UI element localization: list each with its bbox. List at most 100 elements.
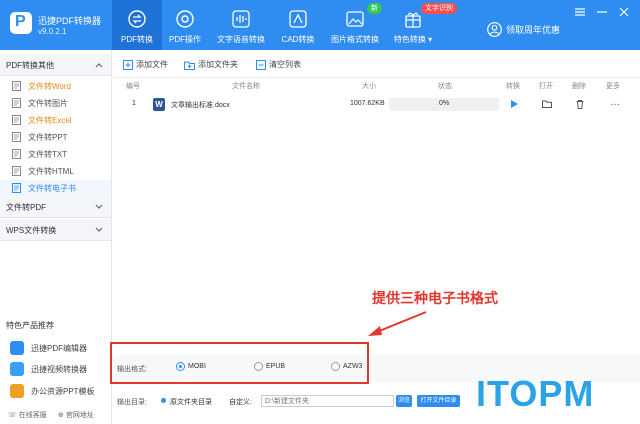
ppt-template-icon [10,384,24,398]
menu-icon[interactable] [574,6,586,18]
sidebar-item-label: 文件转PPT [28,133,68,142]
radio-mobi[interactable] [176,362,185,371]
radio-epub[interactable] [254,362,263,371]
swap-icon [128,10,146,28]
output-path-input[interactable] [261,395,394,407]
word-file-icon: W [153,98,165,111]
promo-label: 领取周年优惠 [506,25,561,35]
video-converter-icon [10,362,24,376]
sidebar-item-excel[interactable]: 文件转Excel [0,112,111,128]
play-icon[interactable] [509,99,519,109]
table-row[interactable]: 1 W 文章输出标准.docx 1007.62KB 0% … [113,94,640,116]
document-icon [12,132,21,142]
col-open: 打开 [539,83,553,90]
sidebar-item-label: 文件转电子书 [28,184,76,193]
promo-ppt-templates[interactable]: 办公资源PPT模板 [0,381,111,401]
output-label: 输出目录: [117,399,147,406]
radio-epub-label: EPUB [266,363,286,370]
globe-icon: ⊕ [58,412,64,419]
document-icon [12,81,21,91]
promo-label: 迅捷视频转换器 [31,365,87,374]
chevron-down-icon [95,227,103,232]
promo-link[interactable]: 领取周年优惠 [487,22,560,37]
tab-pdf-ops[interactable]: PDF操作 [162,0,208,50]
sidebar-item-ebook[interactable]: 文件转电子书 [0,180,111,196]
sidebar-item-label: 文件转TXT [28,150,68,159]
tab-cad[interactable]: CAD转换 [275,0,321,50]
close-icon[interactable] [618,6,630,18]
format-highlight-box [110,342,369,384]
sidebar-item-txt[interactable]: 文件转TXT [0,146,111,162]
document-icon [12,115,21,125]
radio-mobi-label: MOBI [188,363,206,370]
minimize-icon[interactable] [596,6,608,18]
pdf-editor-icon [10,341,24,355]
chevron-down-icon: ▾ [428,35,433,44]
promo-video-converter[interactable]: 迅捷视频转换器 [0,359,111,379]
add-folder-icon [184,61,195,70]
add-file-label: 添加文件 [136,60,168,69]
format-label: 输出格式: [117,366,147,373]
tab-pdf-convert[interactable]: PDF转换 [112,0,162,50]
user-icon [487,22,502,37]
support-link[interactable]: ☏ 在线客服 [8,410,47,420]
sidebar-item-label: 文件转图片 [28,99,68,108]
ocr-badge: 文字识别 [421,3,457,14]
app-name: 迅捷PDF转换器 [38,16,102,26]
chevron-up-icon [95,63,103,68]
row-filename: 文章输出标准.docx [171,102,230,109]
section-title: 文件转PDF [6,203,46,212]
add-folder-button[interactable]: 添加文件夹 [184,59,238,70]
sidebar-section-file-to-pdf[interactable]: 文件转PDF [0,196,111,218]
col-more: 更多 [606,83,620,90]
tab-label: CAD转换 [281,35,315,44]
promo-label: 办公资源PPT模板 [31,387,95,396]
radio-azw3-label: AZW3 [343,363,363,370]
radio-source-dir[interactable] [161,398,166,403]
website-label: 官网地址 [65,412,94,419]
sidebar-item-label: 文件转HTML [28,167,74,176]
bottom-links: ☏ 在线客服 ⊕ 官网地址 [0,407,111,424]
app-version: v9.0.2.1 [38,27,67,36]
col-delete: 删除 [572,83,586,90]
sidebar-item-label: 文件转Word [28,82,71,91]
tab-text-speech[interactable]: 文字语音转换 [212,0,270,50]
progress-percent: 0% [438,100,450,107]
progress-bar: 0% [389,98,499,111]
tab-label: PDF转换 [121,35,153,44]
document-icon [12,98,21,108]
image-icon [346,11,364,27]
sidebar-item-html[interactable]: 文件转HTML [0,163,111,179]
file-toolbar: 添加文件 添加文件夹 清空列表 [113,50,640,78]
sidebar-item-word[interactable]: 文件转Word [0,78,111,94]
clear-list-button[interactable]: 清空列表 [256,59,301,70]
browse-button[interactable]: 浏览 [396,395,412,407]
sidebar-item-image[interactable]: 文件转图片 [0,95,111,111]
trash-icon[interactable] [575,99,585,109]
row-number: 1 [132,100,136,107]
compass-icon [176,10,194,28]
sidebar-item-label: 文件转Excel [28,116,72,125]
more-icon[interactable]: … [610,97,620,108]
website-link[interactable]: ⊕ 官网地址 [58,410,94,420]
row-size: 1007.62KB [350,100,385,107]
headset-icon: ☏ [8,412,17,419]
sidebar-section-wps[interactable]: WPS文件转换 [0,219,111,241]
folder-open-icon[interactable] [542,99,552,109]
custom-dir-label: 自定义: [229,399,252,406]
support-label: 在线客服 [18,412,47,419]
col-filename: 文件名称 [232,83,260,90]
chevron-down-icon [95,204,103,209]
clear-icon [256,59,266,70]
add-file-button[interactable]: 添加文件 [123,59,168,70]
promo-pdf-editor[interactable]: 迅捷PDF编辑器 [0,338,111,358]
radio-azw3[interactable] [331,362,340,371]
top-bar: P 迅捷PDF转换器 v9.0.2.1 PDF转换 PDF操作 文字语音转换 C… [0,0,640,50]
sidebar-section-pdf-to-other[interactable]: PDF转换其他 [0,54,111,76]
sidebar-item-ppt[interactable]: 文件转PPT [0,129,111,145]
section-title: WPS文件转换 [6,226,57,235]
open-directory-button[interactable]: 打开文件目录 [417,395,460,407]
watermark-logo: ITOPM [476,373,595,414]
col-status: 状态 [438,83,452,90]
cad-icon [289,10,307,28]
